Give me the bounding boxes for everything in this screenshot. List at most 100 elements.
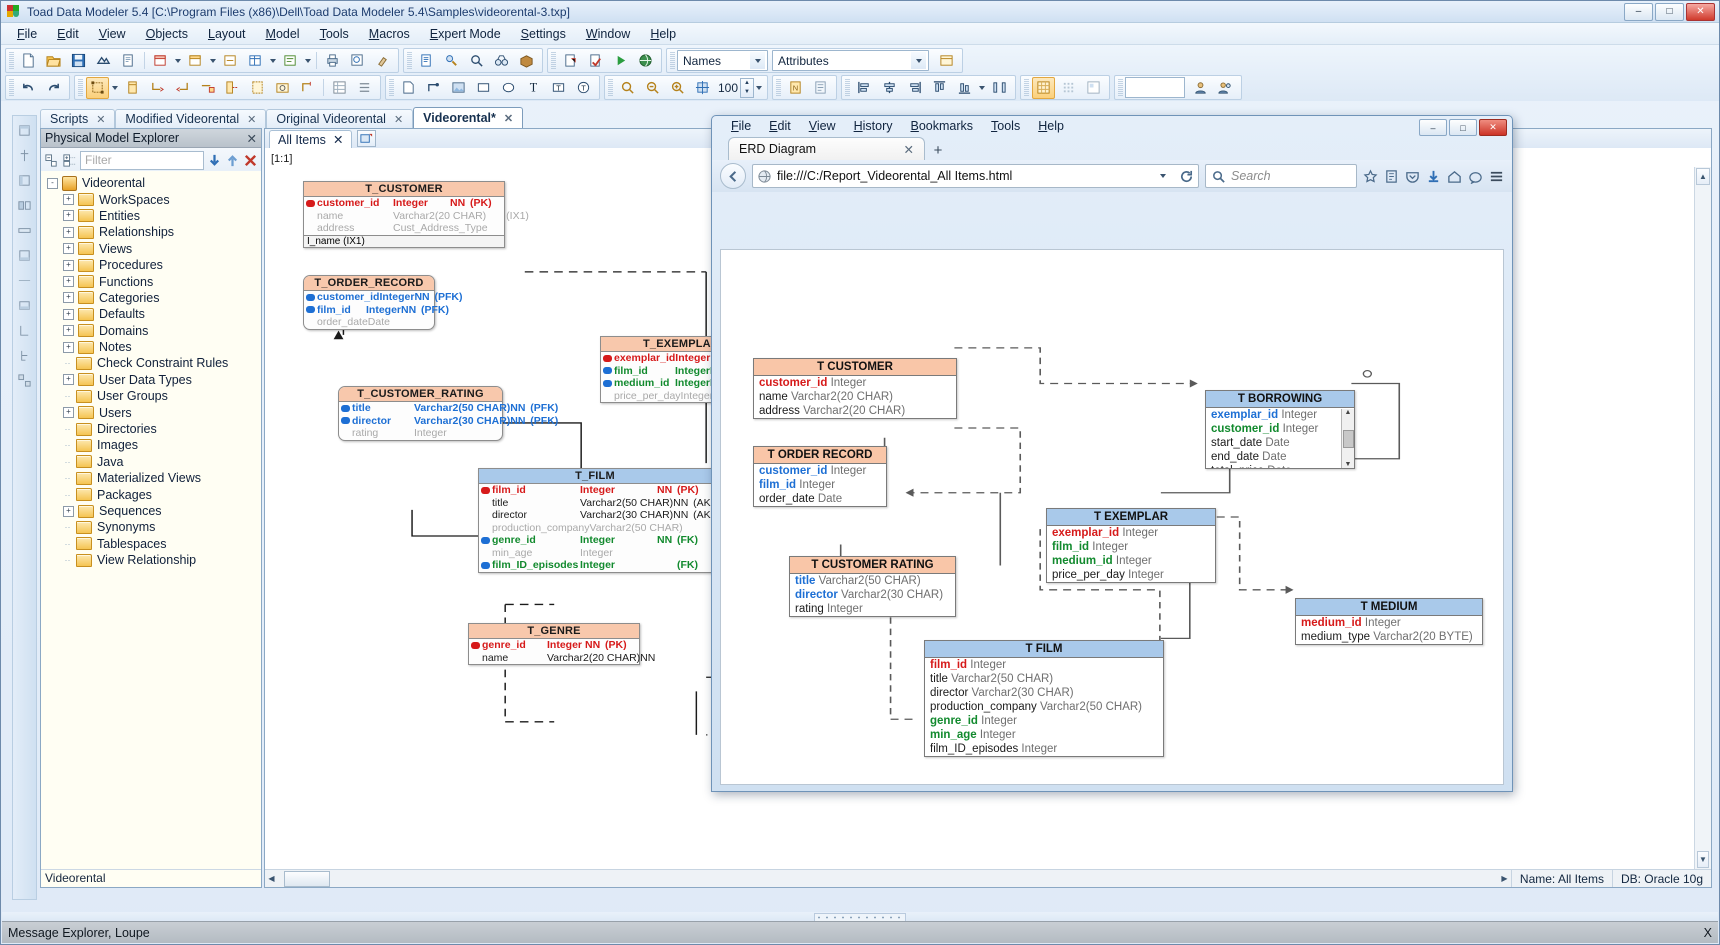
toolbar-grip[interactable] (78, 79, 83, 96)
tree-node-user-groups[interactable]: ··User Groups (47, 388, 261, 404)
relation-1n-icon[interactable] (146, 77, 169, 99)
zoom-stepper[interactable]: ▲▼ (740, 78, 754, 98)
expand-icon[interactable]: + (63, 243, 74, 254)
panel-toggle-icon[interactable] (15, 294, 34, 316)
menu-item-window[interactable]: Window (576, 25, 640, 43)
open-icon[interactable] (42, 50, 65, 72)
run-script-icon[interactable] (609, 50, 632, 72)
add-note-dropdown-icon[interactable] (305, 59, 311, 63)
tree-node-categories[interactable]: +Categories (47, 290, 261, 306)
expand-icon[interactable]: + (63, 309, 74, 320)
menu-item-settings[interactable]: Settings (511, 25, 576, 43)
filter-input[interactable]: Filter (80, 151, 204, 170)
expand-icon[interactable]: + (63, 506, 74, 517)
tree-node-user-data-types[interactable]: +User Data Types (47, 372, 261, 388)
text-circle-icon[interactable]: T (572, 77, 595, 99)
select-tool-dropdown-icon[interactable] (112, 86, 118, 90)
report-entity-t-borrowing[interactable]: T BORROWINGexemplar_id Integercustomer_i… (1205, 390, 1355, 469)
collapse-icon[interactable]: - (47, 178, 58, 189)
sync-icon[interactable] (1468, 169, 1483, 184)
scroll-down-icon[interactable]: ▼ (1345, 461, 1352, 468)
print-area-icon[interactable] (346, 50, 369, 72)
color-swatch[interactable] (1125, 77, 1185, 98)
connector-icon[interactable] (422, 77, 445, 99)
toolbar-grip[interactable] (389, 79, 394, 96)
report-icon[interactable] (415, 50, 438, 72)
tree-node-procedures[interactable]: +Procedures (47, 257, 261, 273)
add-table-dropdown-icon[interactable] (270, 59, 276, 63)
user-icon[interactable] (1189, 77, 1212, 99)
new-icon[interactable] (17, 50, 40, 72)
new-diagram-button[interactable] (357, 130, 376, 147)
zoom-in-icon[interactable] (666, 77, 689, 99)
close-button[interactable]: ✕ (1686, 3, 1715, 21)
browser-menu-item-history[interactable]: History (845, 119, 902, 133)
save-icon[interactable] (67, 50, 90, 72)
menu-item-macros[interactable]: Macros (359, 25, 420, 43)
collapse-all-icon[interactable] (44, 153, 59, 168)
close-icon[interactable]: ✕ (247, 113, 256, 126)
entity-t_genre[interactable]: T_GENREgenre_idIntegerNN(PK)nameVarchar2… (468, 623, 640, 665)
browser-maximize-button[interactable]: □ (1449, 119, 1477, 136)
snap-grid-icon[interactable] (1032, 77, 1055, 99)
horizontal-scroll-thumb[interactable] (284, 871, 330, 887)
close-icon[interactable]: ✕ (96, 113, 105, 126)
report-entity-t-order-record[interactable]: T ORDER RECORDcustomer_id Integerfilm_id… (753, 446, 887, 507)
dock-left-icon[interactable] (15, 169, 34, 191)
tree-node-images[interactable]: ··Images (47, 437, 261, 453)
toolbar-grip[interactable] (9, 52, 14, 69)
scroll-right-icon[interactable]: ▶ (1498, 871, 1511, 886)
menu-icon[interactable] (1489, 169, 1504, 184)
attributes-combo[interactable]: Attributes (772, 50, 929, 71)
add-entity-dropdown-icon[interactable] (175, 59, 181, 63)
tree-node-domains[interactable]: +Domains (47, 323, 261, 339)
zoom-icon[interactable] (616, 77, 639, 99)
add-view-dropdown-icon[interactable] (210, 59, 216, 63)
browser-menu-item-file[interactable]: File (722, 119, 760, 133)
delete-icon[interactable] (243, 153, 258, 168)
add-table-icon[interactable] (244, 50, 267, 72)
dock-center-icon[interactable] (15, 144, 34, 166)
search-input[interactable]: Search (1205, 164, 1357, 188)
close-icon[interactable]: ✕ (904, 142, 914, 157)
select-tool-icon[interactable] (86, 77, 109, 99)
browser-close-button[interactable]: ✕ (1479, 119, 1507, 136)
menu-item-help[interactable]: Help (640, 25, 686, 43)
tree-node-synonyms[interactable]: ··Synonyms (47, 519, 261, 535)
view-tool-icon[interactable] (246, 77, 269, 99)
search-model-icon[interactable] (465, 50, 488, 72)
inheritance-icon[interactable] (221, 77, 244, 99)
report-entity-t-customer-rating[interactable]: T CUSTOMER RATINGtitle Varchar2(50 CHAR)… (789, 556, 956, 617)
report-content[interactable]: T CUSTOMERcustomer_id Integername Varcha… (720, 249, 1504, 785)
explorer-close-icon[interactable]: ✕ (247, 131, 257, 146)
tree-node-sequences[interactable]: +Sequences (47, 503, 261, 519)
menu-item-tools[interactable]: Tools (310, 25, 359, 43)
scroll-down-icon[interactable]: ▼ (1697, 851, 1709, 868)
tree-node-workspaces[interactable]: +WorkSpaces (47, 191, 261, 207)
home-icon[interactable] (1447, 169, 1462, 184)
new-script-icon[interactable] (559, 50, 582, 72)
new-tab-icon[interactable]: + (925, 140, 951, 160)
save-all-icon[interactable] (92, 50, 115, 72)
download-icon[interactable] (1426, 169, 1441, 184)
show-grid-icon[interactable] (1057, 77, 1080, 99)
expand-icon[interactable]: + (63, 260, 74, 271)
minimize-button[interactable]: – (1624, 3, 1653, 21)
close-icon[interactable]: ✕ (504, 112, 513, 125)
report-entity-t-film[interactable]: T FILMfilm_id Integertitle Varchar2(50 C… (924, 640, 1164, 757)
add-note-icon[interactable] (279, 50, 302, 72)
url-bar[interactable]: file:///C:/Report_Videorental_All Items.… (752, 164, 1199, 188)
menu-item-edit[interactable]: Edit (47, 25, 89, 43)
redo-icon[interactable] (42, 77, 65, 99)
back-icon[interactable] (720, 163, 746, 189)
tab-all-items[interactable]: All Items ✕ (269, 130, 352, 148)
menu-item-file[interactable]: File (7, 25, 47, 43)
zoom-fit-icon[interactable] (691, 77, 714, 99)
text-box-icon[interactable]: T (547, 77, 570, 99)
move-down-icon[interactable] (207, 153, 222, 168)
browser-menu-item-tools[interactable]: Tools (982, 119, 1029, 133)
snapshot-icon[interactable] (271, 77, 294, 99)
align-top-icon[interactable] (928, 77, 951, 99)
name-convention-icon[interactable]: N (784, 77, 807, 99)
menu-item-model[interactable]: Model (256, 25, 310, 43)
